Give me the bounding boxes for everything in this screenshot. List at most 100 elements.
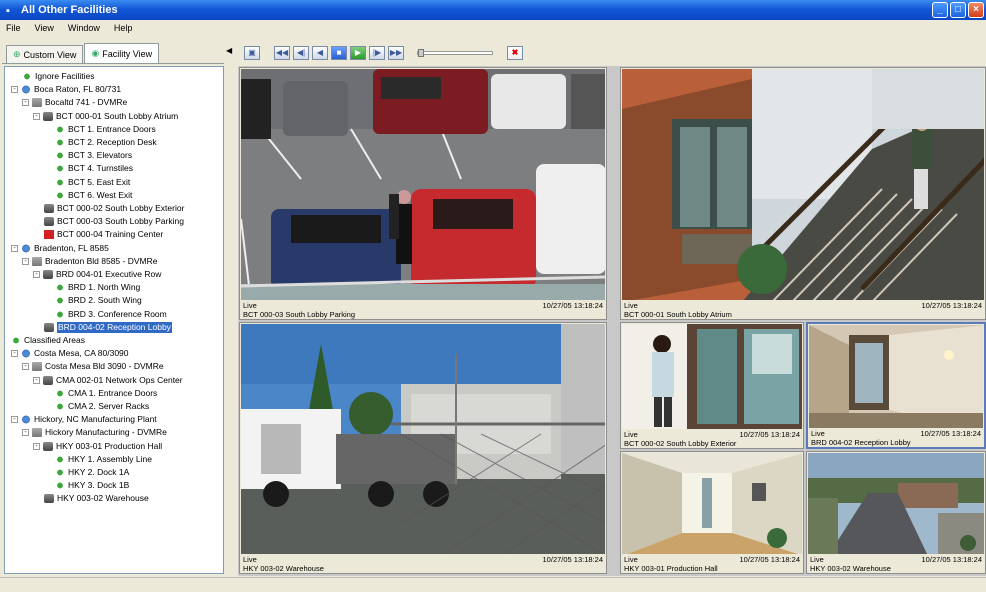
tree-expander-icon[interactable]: -: [11, 350, 18, 358]
tree-node[interactable]: BCT 1. Entrance Doors: [55, 124, 156, 135]
forward-fast-button[interactable]: ▶▶: [388, 46, 404, 60]
tree-expander-icon[interactable]: -: [33, 442, 40, 450]
tree-node[interactable]: Ignore Facilities: [22, 71, 95, 82]
video-image-production: [622, 453, 802, 554]
menu-window[interactable]: Window: [68, 23, 100, 33]
video-feed-atrium[interactable]: Live 10/27/05 13:18:24 BCT 000-01 South …: [620, 67, 986, 320]
tree-node[interactable]: - HKY 003-01 Production Hall: [33, 441, 162, 452]
collapse-arrow-icon[interactable]: ◀: [226, 46, 232, 55]
tree-node[interactable]: BCT 000-04 Training Center: [44, 229, 163, 240]
video-feed-production[interactable]: Live 10/27/05 13:18:24 HKY 003-01 Produc…: [620, 451, 804, 574]
snapshot-button[interactable]: ▣: [244, 46, 260, 60]
close-video-button[interactable]: ✖: [507, 46, 523, 60]
tree-node[interactable]: Classified Areas: [11, 335, 85, 346]
facility-tree[interactable]: Ignore Facilities - Boca Raton, FL 80/731-…: [4, 66, 224, 574]
tree-node-label: HKY 3. Dock 1B: [68, 480, 130, 491]
tree-node[interactable]: BRD 004-02 Reception Lobby: [44, 321, 172, 333]
building-icon: [32, 362, 42, 372]
video-feed-parking[interactable]: Live 10/27/05 13:18:24 BCT 000-03 South …: [239, 67, 607, 320]
tree-node[interactable]: BCT 6. West Exit: [55, 190, 132, 201]
video-grid: Live 10/27/05 13:18:24 BCT 000-03 South …: [238, 66, 986, 576]
panel-splitter[interactable]: ◀: [225, 36, 233, 576]
tree-expander-icon[interactable]: -: [33, 112, 40, 120]
tree-node-label: BCT 2. Reception Desk: [68, 137, 157, 147]
tree-expander-icon[interactable]: -: [22, 363, 29, 371]
tree-expander-icon[interactable]: -: [11, 86, 18, 94]
tree-expander-icon[interactable]: -: [11, 244, 18, 252]
tree-node[interactable]: BCT 000-02 South Lobby Exterior: [44, 203, 184, 214]
tree-node[interactable]: - BRD 004-01 Executive Row: [33, 269, 161, 280]
feed-camera-name: HKY 003-01 Production Hall: [624, 564, 718, 573]
tree-node[interactable]: - Costa Mesa Bld 3090 - DVMRe: [22, 361, 164, 372]
tree-node[interactable]: - CMA 002-01 Network Ops Center: [33, 375, 183, 386]
camera-status-icon: [55, 164, 65, 174]
menu-file[interactable]: File: [6, 23, 21, 33]
tree-node[interactable]: - Bradenton, FL 8585: [11, 243, 109, 254]
tree-node[interactable]: BCT 4. Turnstiles: [55, 163, 133, 174]
tree-node[interactable]: - Hickory Manufacturing - DVMRe: [22, 427, 167, 438]
tree-expander-icon[interactable]: -: [22, 99, 29, 107]
tree-node[interactable]: HKY 3. Dock 1B: [55, 480, 129, 491]
tree-node[interactable]: - BCT 000-01 South Lobby Atrium: [33, 111, 178, 122]
tree-node[interactable]: - Hickory, NC Manufacturing Plant: [11, 414, 157, 425]
tree-node[interactable]: BCT 000-03 South Lobby Parking: [44, 216, 184, 227]
tree-node[interactable]: BCT 5. East Exit: [55, 177, 130, 188]
tree-node-label: Bradenton Bld 8585 - DVMRe: [45, 255, 158, 266]
tree-node[interactable]: CMA 1. Entrance Doors: [55, 388, 157, 399]
camera-status-icon: [55, 151, 65, 161]
menu-view[interactable]: View: [35, 23, 54, 33]
tree-node[interactable]: - Costa Mesa, CA 80/3090: [11, 348, 129, 359]
close-button[interactable]: ×: [968, 2, 984, 18]
tree-expander-icon[interactable]: -: [22, 257, 29, 265]
tree-node[interactable]: BRD 3. Conference Room: [55, 309, 167, 320]
tree-node-label: CMA 1. Entrance Doors: [68, 387, 158, 398]
tree-expander-icon[interactable]: -: [33, 271, 40, 278]
tree-node[interactable]: HKY 1. Assembly Line: [55, 454, 152, 465]
rewind-fast-button[interactable]: ◀◀: [274, 46, 290, 60]
video-feed-reception[interactable]: Live 10/27/05 13:18:24 BRD 004-02 Recept…: [806, 322, 986, 449]
tree-node[interactable]: - Bocaltd 741 - DVMRe: [22, 97, 127, 108]
camera-status-icon: [55, 481, 65, 491]
tree-node[interactable]: BCT 2. Reception Desk: [55, 137, 157, 148]
tree-node[interactable]: - Boca Raton, FL 80/731: [11, 84, 121, 95]
tree-node-label: BCT 4. Turnstiles: [68, 163, 134, 174]
facility-view-icon: ◉: [91, 48, 100, 58]
tree-node-label: HKY 003-01 Production Hall: [56, 440, 163, 451]
tree-node[interactable]: - Bradenton Bld 8585 - DVMRe: [22, 256, 157, 267]
tree-node[interactable]: BRD 2. South Wing: [55, 295, 142, 306]
tree-node[interactable]: HKY 003-02 Warehouse: [44, 493, 149, 504]
feed-camera-name: HKY 003-02 Warehouse: [243, 564, 324, 573]
camera-group-icon: [43, 111, 53, 121]
tree-node[interactable]: BCT 3. Elevators: [55, 150, 132, 161]
tab-facility-view[interactable]: ◉ Facility View: [84, 43, 160, 63]
tree-node[interactable]: BRD 1. North Wing: [55, 282, 140, 293]
tree-node-label: Costa Mesa, CA 80/3090: [34, 348, 129, 359]
feed-status: Live: [243, 301, 257, 310]
tree-expander-icon[interactable]: -: [11, 416, 18, 424]
slider-thumb[interactable]: [418, 49, 424, 57]
video-feed-exterior[interactable]: Live 10/27/05 13:18:24 BCT 000-02 South …: [620, 322, 804, 449]
step-back-button[interactable]: ◀|: [293, 46, 309, 60]
stop-button[interactable]: ■: [331, 46, 347, 60]
camera-group-icon: [43, 270, 53, 279]
tree-node[interactable]: HKY 2. Dock 1A: [55, 467, 129, 478]
camera-group-icon: [44, 322, 54, 332]
feed-timestamp: 10/27/05 13:18:24: [921, 555, 982, 564]
video-feed-plant[interactable]: Live 10/27/05 13:18:24 HKY 003-02 Wareho…: [806, 451, 986, 574]
play-reverse-button[interactable]: ◀: [312, 46, 328, 60]
play-button[interactable]: ▶: [350, 46, 366, 60]
tab-custom-view[interactable]: ⊕ Custom View: [6, 45, 84, 63]
left-panel: ⊕ Custom View ◉ Facility View Ignore Fac…: [2, 36, 224, 576]
maximize-button[interactable]: □: [950, 2, 966, 18]
title-bar: ▪ All Other Facilities _ □ ×: [0, 0, 986, 20]
tree-node[interactable]: CMA 2. Server Racks: [55, 401, 149, 412]
camera-status-icon: [55, 468, 65, 477]
tree-expander-icon[interactable]: -: [22, 429, 29, 437]
video-feed-warehouse[interactable]: Live 10/27/05 13:18:24 HKY 003-02 Wareho…: [239, 322, 607, 574]
minimize-button[interactable]: _: [932, 2, 948, 18]
playback-slider[interactable]: [417, 49, 493, 57]
menu-help[interactable]: Help: [114, 23, 133, 33]
camera-status-icon: [55, 177, 65, 187]
tree-expander-icon[interactable]: -: [33, 376, 40, 384]
step-forward-button[interactable]: |▶: [369, 46, 385, 60]
